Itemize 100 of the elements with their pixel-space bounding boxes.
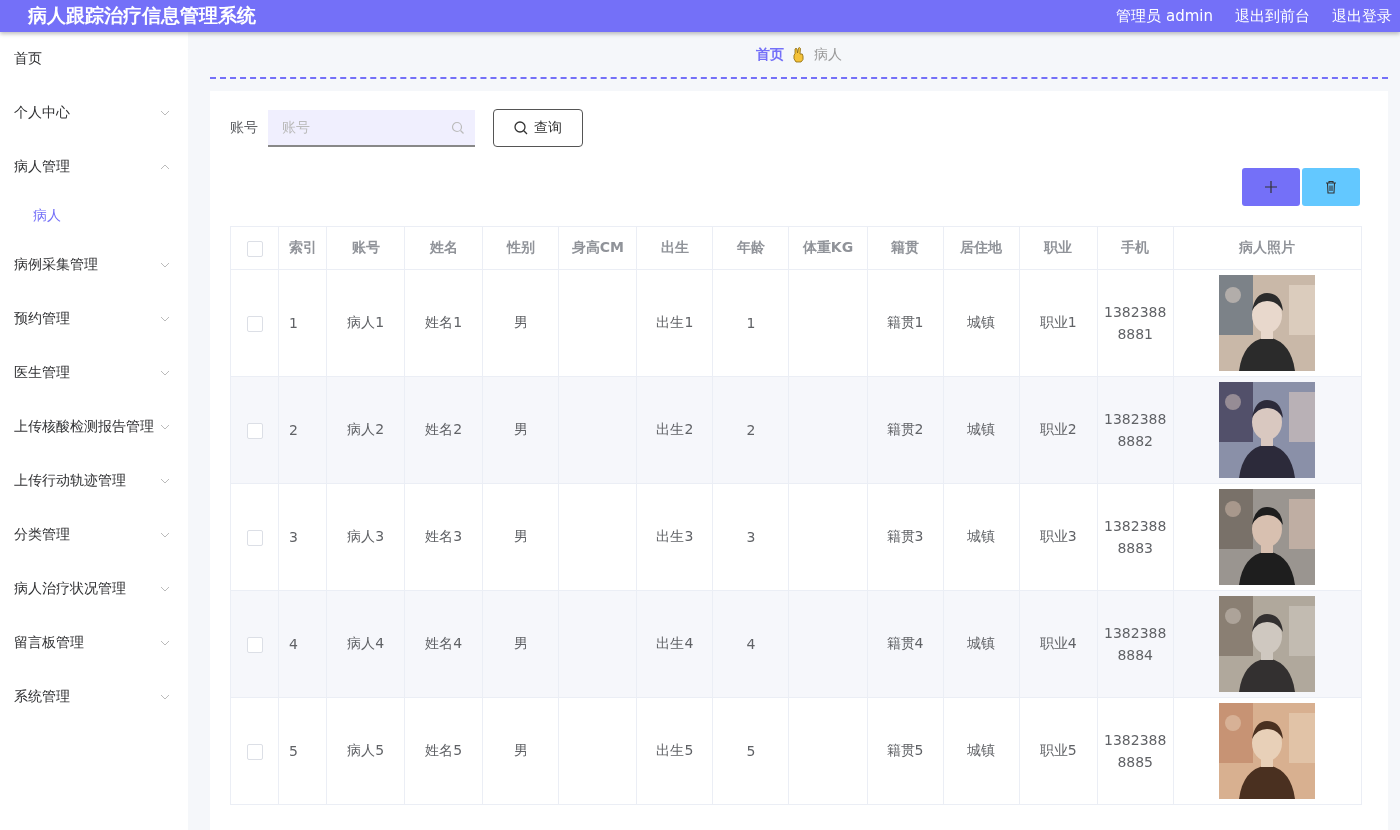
sidebar-menu[interactable]: 医生管理	[0, 346, 188, 400]
sidebar-menu[interactable]: 病人管理	[0, 140, 188, 194]
table-cell: 城镇	[943, 376, 1020, 484]
trash-icon	[1325, 180, 1337, 194]
select-all-checkbox[interactable]	[246, 240, 263, 257]
chevron-down-icon	[160, 640, 170, 646]
table-cell: 3	[278, 483, 327, 591]
table-cell: 病人4	[326, 590, 405, 698]
row-checkbox[interactable]	[246, 743, 263, 760]
row-checkbox[interactable]	[246, 422, 263, 439]
sidebar-menu[interactable]: 留言板管理	[0, 616, 188, 670]
table-cell: 病人5	[326, 697, 405, 805]
sidebar-menu-label: 病人治疗状况管理	[14, 580, 126, 598]
table-cell: 男	[482, 483, 559, 591]
table-cell: 4	[278, 590, 327, 698]
column-header: 体重KG	[788, 226, 867, 270]
column-header: 性别	[482, 226, 559, 270]
search-label: 账号	[230, 119, 258, 137]
sidebar-menu[interactable]: 上传核酸检测报告管理	[0, 400, 188, 454]
header-link[interactable]: 退出登录	[1332, 6, 1392, 26]
chevron-down-icon	[160, 316, 170, 322]
search-field[interactable]: 账号	[268, 109, 475, 147]
table-cell: 职业2	[1019, 376, 1098, 484]
table-cell: 职业1	[1019, 269, 1098, 377]
sidebar-menu-label: 上传核酸检测报告管理	[14, 418, 154, 436]
column-header: 籍贯	[867, 226, 944, 270]
table-cell: 姓名3	[404, 483, 483, 591]
sidebar-menu-label: 预约管理	[14, 310, 70, 328]
column-header: 病人照片	[1173, 226, 1362, 270]
column-header: 手机	[1097, 226, 1174, 270]
sidebar-menu-label: 留言板管理	[14, 634, 84, 652]
table-cell: 5	[712, 697, 789, 805]
column-header: 索引	[278, 226, 327, 270]
chevron-down-icon	[160, 110, 170, 116]
table-cell: 出生5	[636, 697, 713, 805]
table-cell: 1	[278, 269, 327, 377]
row-checkbox[interactable]	[246, 315, 263, 332]
table-cell: 13823888881	[1097, 269, 1174, 377]
table-cell: 病人3	[326, 483, 405, 591]
table-cell: 职业5	[1019, 697, 1098, 805]
sidebar-menu[interactable]: 个人中心	[0, 86, 188, 140]
search-button[interactable]: 查询	[493, 109, 583, 147]
table-cell: 城镇	[943, 590, 1020, 698]
header-link[interactable]: 管理员 admin	[1116, 6, 1213, 26]
table-cell: 13823888885	[1097, 697, 1174, 805]
column-header: 姓名	[404, 226, 483, 270]
table-cell: 籍贯3	[867, 483, 944, 591]
sidebar-menu[interactable]: 病例采集管理	[0, 238, 188, 292]
table-cell: 城镇	[943, 697, 1020, 805]
table-cell: 男	[482, 376, 559, 484]
table-cell: 籍贯4	[867, 590, 944, 698]
chevron-down-icon	[160, 424, 170, 430]
table-cell: 城镇	[943, 483, 1020, 591]
table-cell: 病人1	[326, 269, 405, 377]
sidebar-menu[interactable]: 病人治疗状况管理	[0, 562, 188, 616]
table-cell: 籍贯1	[867, 269, 944, 377]
table-cell: 13823888883	[1097, 483, 1174, 591]
chevron-down-icon	[160, 586, 170, 592]
table-cell: 姓名1	[404, 269, 483, 377]
table-cell: 职业4	[1019, 590, 1098, 698]
sidebar-menu-label: 医生管理	[14, 364, 70, 382]
row-checkbox[interactable]	[246, 636, 263, 653]
table-cell: 1	[712, 269, 789, 377]
search-icon	[451, 120, 465, 135]
search-icon	[514, 121, 528, 135]
table-cell: 城镇	[943, 269, 1020, 377]
header-link[interactable]: 退出到前台	[1235, 6, 1310, 26]
table-cell: 3	[712, 483, 789, 591]
sidebar-menu-label: 病例采集管理	[14, 256, 98, 274]
sidebar-menu[interactable]: 上传行动轨迹管理	[0, 454, 188, 508]
table-cell: 职业3	[1019, 483, 1098, 591]
table-cell: 13823888884	[1097, 590, 1174, 698]
delete-button[interactable]	[1302, 168, 1360, 206]
table-cell: 男	[482, 269, 559, 377]
table-cell: 男	[482, 697, 559, 805]
sidebar-menu-label: 系统管理	[14, 688, 70, 706]
chevron-down-icon	[160, 262, 170, 268]
sidebar-menu-label: 病人管理	[14, 158, 70, 176]
column-header: 出生	[636, 226, 713, 270]
table-cell: 出生2	[636, 376, 713, 484]
table-cell: 4	[712, 590, 789, 698]
sidebar-subitem[interactable]: 病人	[0, 194, 188, 238]
sidebar-item[interactable]: 首页	[0, 32, 188, 86]
chevron-down-icon	[160, 370, 170, 376]
column-header: 年龄	[712, 226, 789, 270]
sidebar-menu-label: 分类管理	[14, 526, 70, 544]
chevron-down-icon	[160, 532, 170, 538]
plus-icon	[1264, 180, 1278, 194]
row-checkbox[interactable]	[246, 529, 263, 546]
table-cell: 2	[712, 376, 789, 484]
column-header: 居住地	[943, 226, 1020, 270]
hand-icon	[792, 46, 806, 63]
table-cell: 5	[278, 697, 327, 805]
column-header: 身高CM	[558, 226, 637, 270]
chevron-down-icon	[160, 694, 170, 700]
breadcrumb-item[interactable]: 首页	[756, 45, 784, 64]
sidebar-menu[interactable]: 预约管理	[0, 292, 188, 346]
sidebar-menu[interactable]: 分类管理	[0, 508, 188, 562]
table-cell: 男	[482, 590, 559, 698]
sidebar-menu[interactable]: 系统管理	[0, 670, 188, 724]
